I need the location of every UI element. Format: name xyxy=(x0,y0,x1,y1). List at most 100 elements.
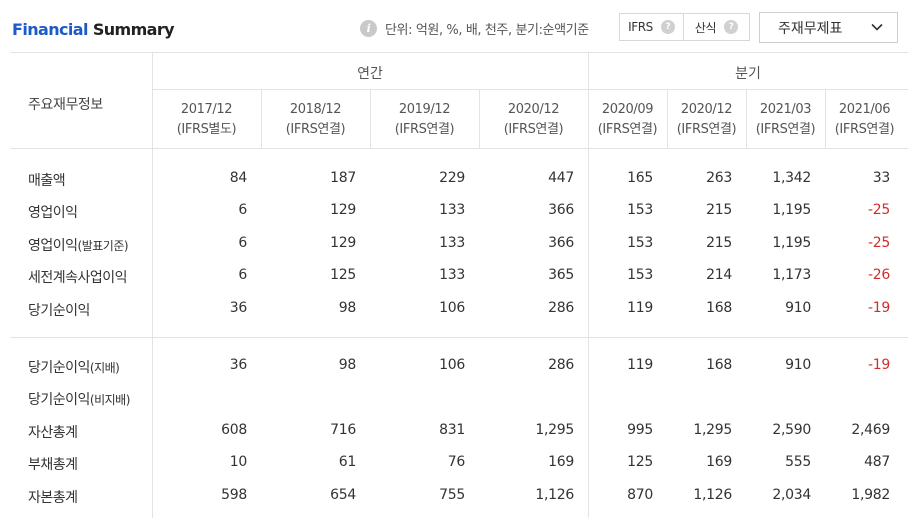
help-icon[interactable]: ? xyxy=(660,20,675,34)
column-header: 2019/12 (IFRS연결) xyxy=(370,100,479,140)
table-cell: 36 xyxy=(229,300,248,316)
table-cell: 133 xyxy=(439,235,465,251)
row-label-sub: (발표기준) xyxy=(77,239,129,253)
row-label-main: 세전계속사업이익 xyxy=(28,270,128,286)
group-quarter: 분기 xyxy=(735,66,761,82)
table-cell: 608 xyxy=(221,422,247,438)
table-cell: 106 xyxy=(439,300,465,316)
table-cell: 169 xyxy=(706,454,732,470)
row-label: 당기순이익(지배) xyxy=(28,357,120,377)
grid-line xyxy=(10,148,908,149)
row-label: 세전계속사업이익 xyxy=(28,267,128,287)
table-cell: 716 xyxy=(330,422,356,438)
table-cell: 2,034 xyxy=(772,487,811,503)
row-label-main: 당기순이익 xyxy=(28,303,90,319)
table-cell: 366 xyxy=(548,202,574,218)
table-cell: 229 xyxy=(439,170,465,186)
help-icon[interactable]: ? xyxy=(724,20,739,34)
table-cell: 119 xyxy=(627,300,653,316)
table-cell: 119 xyxy=(627,357,653,373)
column-header: 2020/12 (IFRS연결) xyxy=(667,100,746,140)
row-label-main: 당기순이익 xyxy=(28,392,90,408)
statement-select[interactable]: 주재무제표 xyxy=(759,12,898,43)
table-cell: -19 xyxy=(868,300,890,316)
group-annual: 연간 xyxy=(357,66,383,82)
table-cell: 106 xyxy=(439,357,465,373)
statement-select-value: 주재무제표 xyxy=(778,20,843,37)
table-cell: 214 xyxy=(706,267,732,283)
column-basis: (IFRS연결) xyxy=(755,122,816,137)
column-basis: (IFRS연결) xyxy=(597,122,658,137)
row-label-main: 자본총계 xyxy=(28,490,78,506)
formula-toggle[interactable]: 산식 ? xyxy=(684,14,749,40)
ifrs-toggle[interactable]: IFRS ? xyxy=(620,14,684,40)
table-cell: 755 xyxy=(439,487,465,503)
table-cell: 447 xyxy=(548,170,574,186)
table-cell: 286 xyxy=(548,300,574,316)
table-cell: 870 xyxy=(627,487,653,503)
table-cell: 168 xyxy=(706,300,732,316)
table-cell: 129 xyxy=(330,202,356,218)
section-title: Financial Summary xyxy=(12,20,175,39)
row-label: 매출액 xyxy=(28,170,66,190)
column-period: 2021/03 xyxy=(759,102,812,117)
table-cell: 1,195 xyxy=(772,202,811,218)
column-basis: (IFRS연결) xyxy=(676,122,737,137)
table-cell: 153 xyxy=(627,267,653,283)
table-cell: -25 xyxy=(868,235,890,251)
table-cell: 6 xyxy=(238,202,247,218)
row-label: 당기순이익(비지배) xyxy=(28,389,130,409)
row-label-main: 영업이익 xyxy=(28,205,78,221)
table-cell: 187 xyxy=(330,170,356,186)
table-cell: 6 xyxy=(238,235,247,251)
table-cell: 125 xyxy=(627,454,653,470)
table-cell: 169 xyxy=(548,454,574,470)
table-cell: 487 xyxy=(864,454,890,470)
column-basis: (IFRS별도) xyxy=(176,122,237,137)
row-label-main: 자산총계 xyxy=(28,425,78,441)
table-cell: 1,295 xyxy=(693,422,732,438)
summary-header: Financial Summary i 단위: 억원, %, 배, 천주, 분기… xyxy=(0,0,908,52)
column-basis: (IFRS연결) xyxy=(834,122,895,137)
column-header: 2017/12 (IFRS별도) xyxy=(152,100,261,140)
table-cell: 125 xyxy=(330,267,356,283)
table-cell: 654 xyxy=(330,487,356,503)
table-cell: 129 xyxy=(330,235,356,251)
column-header: 2018/12 (IFRS연결) xyxy=(261,100,370,140)
table-cell: 1,295 xyxy=(535,422,574,438)
column-period: 2019/12 xyxy=(398,102,451,117)
table-cell: 1,126 xyxy=(693,487,732,503)
table-cell: 215 xyxy=(706,202,732,218)
column-basis: (IFRS연결) xyxy=(394,122,455,137)
table-cell: 2,590 xyxy=(772,422,811,438)
column-header: 2020/12 (IFRS연결) xyxy=(479,100,588,140)
row-label-sub: (비지배) xyxy=(89,393,130,407)
table-cell: 215 xyxy=(706,235,732,251)
table-cell: 6 xyxy=(238,267,247,283)
row-label-main: 부채총계 xyxy=(28,457,78,473)
grid-line xyxy=(10,52,908,53)
financial-table: 주요재무정보 연간 분기 2017/12 (IFRS별도) 2018/12 (IFRS… xyxy=(10,52,908,518)
unit-text: 단위: 억원, %, 배, 천주, 분기:순액기준 xyxy=(385,22,589,38)
column-header: 2020/09 (IFRS연결) xyxy=(588,100,667,140)
column-header: 2021/03 (IFRS연결) xyxy=(746,100,825,140)
column-basis: (IFRS연결) xyxy=(285,122,346,137)
table-cell: 33 xyxy=(872,170,891,186)
row-label: 부채총계 xyxy=(28,454,78,474)
table-cell: 98 xyxy=(338,300,357,316)
table-cell: 910 xyxy=(785,357,811,373)
column-period: 2020/12 xyxy=(507,102,560,117)
table-cell: 165 xyxy=(627,170,653,186)
row-label-main: 영업이익 xyxy=(28,238,78,254)
table-cell: 1,195 xyxy=(772,235,811,251)
table-cell: 1,342 xyxy=(772,170,811,186)
row-label: 자산총계 xyxy=(28,422,78,442)
row-label: 자본총계 xyxy=(28,487,78,507)
table-cell: 598 xyxy=(221,487,247,503)
table-cell: 263 xyxy=(706,170,732,186)
table-cell: 555 xyxy=(785,454,811,470)
table-cell: 133 xyxy=(439,267,465,283)
row-label: 영업이익 xyxy=(28,202,78,222)
info-icon[interactable]: i xyxy=(360,19,377,37)
formula-label: 산식 xyxy=(694,20,717,35)
